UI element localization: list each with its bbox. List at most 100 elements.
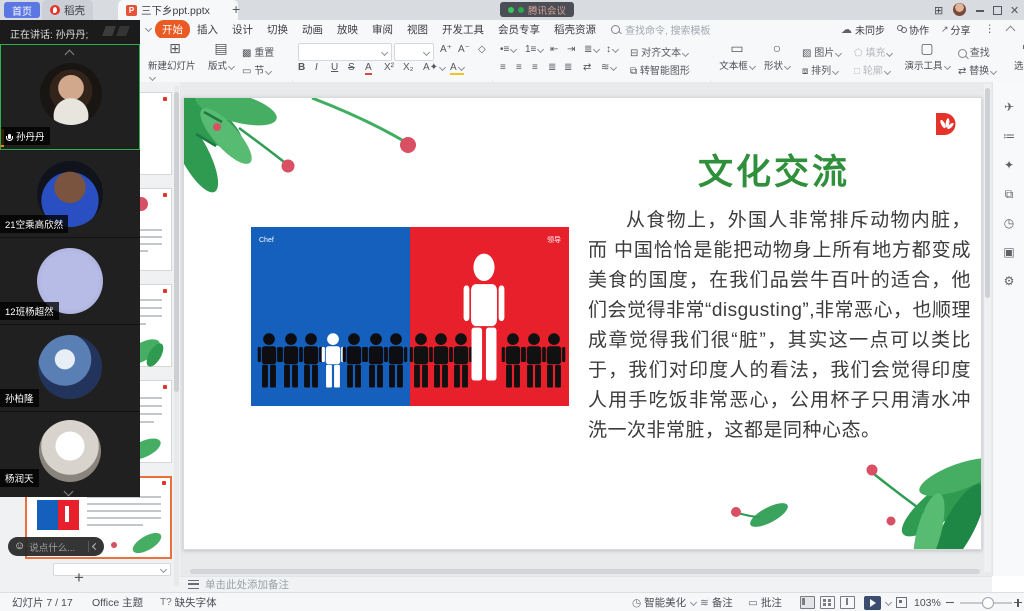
collapse-panel-icon[interactable]: [65, 50, 75, 60]
zoom-slider[interactable]: [960, 593, 1012, 611]
ribbon-tab-transition[interactable]: 切换: [260, 20, 295, 39]
bullet-list-button[interactable]: •≡: [500, 44, 516, 55]
meeting-floating-pill[interactable]: 腾讯会议: [500, 2, 574, 17]
italic-button[interactable]: I: [315, 62, 318, 73]
align-text-button[interactable]: ⊟ 对齐文本: [630, 44, 688, 59]
expand-panel-icon[interactable]: [64, 487, 74, 497]
superscript-button[interactable]: X²: [384, 62, 394, 73]
line-spacing-icon[interactable]: ↕: [606, 44, 618, 55]
home-button[interactable]: 首页: [4, 2, 40, 18]
beautify-icon[interactable]: ✦: [1002, 158, 1016, 172]
replace-button[interactable]: ⇄ 替换: [958, 62, 996, 77]
fill-button[interactable]: ⬠ 填充: [854, 44, 892, 59]
tab-document-active[interactable]: P 三下乡ppt.pptx: [118, 0, 238, 20]
participant-tile[interactable]: 12班杨超然: [0, 238, 140, 325]
decrease-indent-icon[interactable]: ⇤: [550, 44, 558, 55]
normal-view-button[interactable]: [800, 593, 815, 611]
command-search-input[interactable]: 查找命令, 搜索模板: [625, 22, 711, 37]
notes-button[interactable]: ≋备注: [700, 593, 733, 611]
play-slideshow-button[interactable]: [864, 593, 891, 611]
text-effects-button[interactable]: A✦: [423, 62, 445, 73]
bold-button[interactable]: B: [298, 62, 305, 73]
smart-create-icon[interactable]: ✈: [1002, 100, 1016, 114]
shrink-font-button[interactable]: A⁻: [458, 44, 470, 55]
slide-layout-combo[interactable]: [53, 563, 171, 576]
new-slide-button[interactable]: ⊞ 新建幻灯片: [148, 41, 202, 83]
collaborate-button[interactable]: 协作: [909, 22, 929, 37]
underline-button[interactable]: U: [331, 62, 338, 73]
missing-font-warning[interactable]: T?缺失字体: [160, 593, 217, 611]
increase-indent-icon[interactable]: ⇥: [567, 44, 575, 55]
search-icon[interactable]: [611, 25, 620, 34]
align-left-icon[interactable]: ≡: [500, 62, 506, 73]
quick-menu-caret-icon[interactable]: [145, 24, 152, 31]
present-tools-button[interactable]: ▢ 演示工具: [902, 41, 952, 72]
share-button[interactable]: 分享: [951, 22, 971, 37]
select-button[interactable]: ↖ 选择: [1010, 41, 1024, 72]
outline-button[interactable]: □ 轮廓: [854, 62, 890, 77]
image-tools-icon[interactable]: ▣: [1002, 245, 1016, 259]
thumbnail-scrollbar[interactable]: [174, 86, 179, 586]
more-menu-icon[interactable]: ⋮: [985, 23, 996, 35]
user-avatar[interactable]: [953, 3, 966, 16]
zoom-in-button[interactable]: [1014, 593, 1022, 611]
participant-tile[interactable]: 孙柏隆: [0, 325, 140, 412]
font-size-input[interactable]: [394, 43, 434, 61]
text-direction-icon[interactable]: ≣: [584, 44, 599, 55]
smart-beautify-button[interactable]: ◷智能美化: [632, 593, 696, 611]
reading-view-button[interactable]: [840, 593, 855, 611]
smart-graphic-button[interactable]: ⧉ 转智能图形: [630, 62, 690, 77]
text-box-button[interactable]: ▭ 文本框: [716, 41, 758, 72]
ribbon-tab-design[interactable]: 设计: [225, 20, 260, 39]
theme-name[interactable]: Office 主题: [92, 593, 143, 611]
history-icon[interactable]: ◷: [1002, 216, 1016, 230]
row-spacing-icon[interactable]: ⇄: [583, 62, 591, 73]
chat-input[interactable]: 说点什么...: [29, 540, 75, 554]
ribbon-tab-slideshow[interactable]: 放映: [330, 20, 365, 39]
font-family-input[interactable]: [298, 43, 392, 61]
picture-button[interactable]: ▨ 图片: [802, 44, 841, 59]
font-color-button[interactable]: A: [365, 62, 372, 75]
meeting-chat-bar[interactable]: ☺ 说点什么...: [8, 537, 104, 556]
fit-to-window-icon[interactable]: [896, 593, 907, 611]
participant-tile[interactable]: 21空乘高欣然: [0, 151, 140, 238]
find-button[interactable]: 查找: [958, 44, 990, 59]
ribbon-tab-docer-res[interactable]: 稻壳资源: [547, 20, 603, 39]
collapse-ribbon-icon[interactable]: [1006, 26, 1016, 36]
add-slide-button[interactable]: +: [74, 568, 84, 588]
emoji-icon[interactable]: ☺: [14, 541, 25, 552]
comments-button[interactable]: ▭批注: [748, 593, 782, 611]
participant-tile[interactable]: 孙丹丹: [0, 44, 140, 150]
ribbon-tab-devtools[interactable]: 开发工具: [435, 20, 491, 39]
strikethrough-button[interactable]: S: [348, 62, 355, 73]
tab-docer[interactable]: 稻壳: [42, 0, 93, 20]
workspace-grid-icon[interactable]: ⊞: [934, 4, 943, 17]
ribbon-tab-member[interactable]: 会员专享: [491, 20, 547, 39]
highlight-button[interactable]: A: [450, 62, 464, 75]
arrange-button[interactable]: ⧈ 排列: [802, 62, 838, 77]
slide-body-text[interactable]: 从食物上，外国人非常排斥动物内脏，而 中国恰恰是能把动物身上所有地方都变成美食的…: [588, 206, 971, 446]
ribbon-tab-insert[interactable]: 插入: [190, 20, 225, 39]
shape-button[interactable]: ○ 形状: [760, 41, 794, 72]
zoom-out-button[interactable]: [946, 593, 954, 611]
section-button[interactable]: ▭ 节: [242, 62, 271, 77]
minimize-button[interactable]: [976, 10, 984, 12]
close-button[interactable]: ✕: [1010, 4, 1019, 17]
canvas-horizontal-scrollbar[interactable]: [180, 568, 992, 575]
object-properties-icon[interactable]: ≔: [1002, 129, 1016, 143]
maximize-button[interactable]: [993, 6, 1002, 15]
distribute-icon[interactable]: ≣: [564, 62, 572, 73]
boss-comparison-infographic[interactable]: Chef 领导: [251, 227, 569, 406]
participant-tile[interactable]: 杨润天: [0, 412, 140, 497]
grow-font-button[interactable]: A⁺: [440, 44, 452, 55]
ribbon-tab-view[interactable]: 视图: [400, 20, 435, 39]
meeting-overlay[interactable]: 正在讲话: 孙丹丹; 孙丹丹 21空乘高欣然 12班杨超然 孙柏隆 杨润天: [0, 20, 140, 497]
notes-bar[interactable]: 单击此处添加备注: [180, 576, 992, 592]
clear-format-icon[interactable]: ◇: [478, 44, 486, 55]
ribbon-tab-review[interactable]: 审阅: [365, 20, 400, 39]
slide-page[interactable]: 文化交流 从食物上，外国人非常排斥动物内脏，而 中国恰恰是能把动物身上所有地方都…: [183, 97, 982, 550]
reset-button[interactable]: ▩ 重置: [242, 44, 274, 59]
column-spacing-icon[interactable]: ≋: [601, 62, 616, 73]
zoom-level[interactable]: 103%: [914, 593, 941, 611]
align-right-icon[interactable]: ≡: [532, 62, 538, 73]
